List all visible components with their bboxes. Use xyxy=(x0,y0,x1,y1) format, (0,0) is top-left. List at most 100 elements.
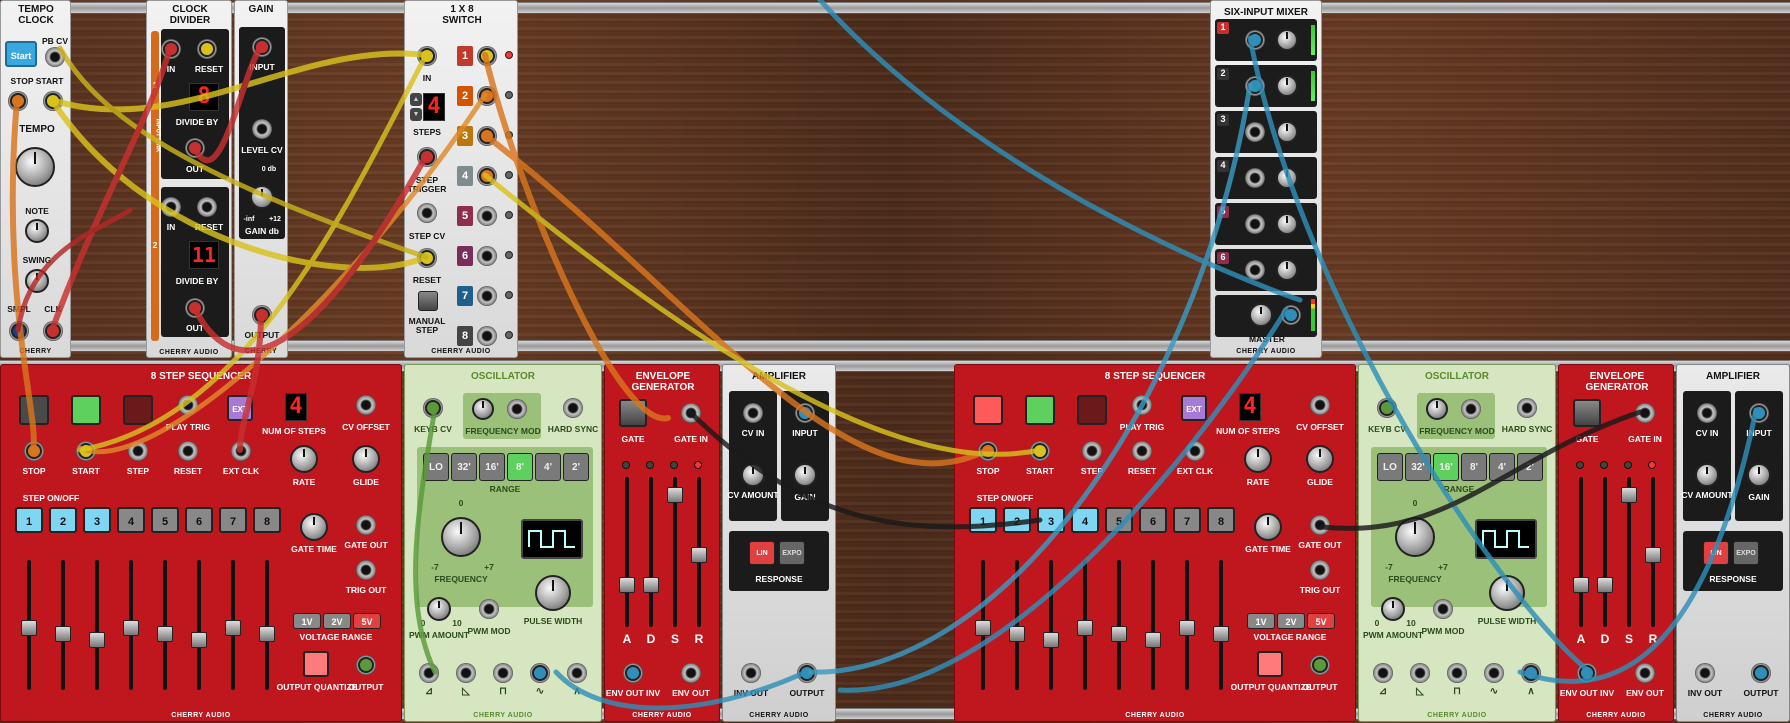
env2-gate-in-jack[interactable] xyxy=(1635,403,1655,423)
osc1-range-1-button[interactable]: 32' xyxy=(451,453,477,481)
div1-out-plug[interactable] xyxy=(187,140,203,156)
seq1-step-jack[interactable] xyxy=(128,441,148,461)
osc2-square-out-jack[interactable] xyxy=(1447,663,1467,683)
amp1-gain-knob[interactable] xyxy=(793,463,817,487)
osc2-hard-sync-jack[interactable] xyxy=(1517,398,1537,418)
seq2-step-3-slider[interactable] xyxy=(1043,560,1059,690)
amp1-cv-amount-knob[interactable] xyxy=(741,463,765,487)
switch-in-plug[interactable] xyxy=(419,48,435,64)
seq1-step-4-slider[interactable] xyxy=(123,560,139,690)
seq1-step-5-slider[interactable] xyxy=(157,560,173,690)
seq1-range-5V-button[interactable]: 5V xyxy=(353,613,381,629)
clk-plug[interactable] xyxy=(45,323,61,339)
seq2-step-7-slider[interactable] xyxy=(1179,560,1195,690)
env2-env-out-jack[interactable] xyxy=(1635,663,1655,683)
switch-reset-plug[interactable] xyxy=(419,250,435,266)
seq2-step-8-slider[interactable] xyxy=(1213,560,1229,690)
seq2-reset-jack[interactable] xyxy=(1132,441,1152,461)
seq2-output-plug[interactable] xyxy=(1312,657,1328,673)
seq2-step-2-slider-cap[interactable] xyxy=(1009,626,1025,642)
seq2-start-button[interactable] xyxy=(1025,395,1055,425)
osc2-range-2-button[interactable]: 16' xyxy=(1433,453,1459,481)
seq1-glide-knob[interactable] xyxy=(352,445,380,473)
step-cv-jack[interactable] xyxy=(417,203,437,223)
seq1-gate-time-knob[interactable] xyxy=(300,513,328,541)
mixer-channel-4-input-jack[interactable] xyxy=(1245,168,1265,188)
div2-out-plug[interactable] xyxy=(187,300,203,316)
switch-output-5-jack[interactable] xyxy=(477,206,497,226)
env1-A-slider[interactable] xyxy=(619,477,635,627)
seq1-output-quantize-button[interactable] xyxy=(303,651,329,677)
env2-D-slider[interactable] xyxy=(1597,477,1613,627)
env1-A-slider-cap[interactable] xyxy=(619,577,635,593)
seq2-step-4-button[interactable]: 4 xyxy=(1071,507,1099,533)
mixer-channel-2-input-plug[interactable] xyxy=(1247,78,1263,94)
start-button[interactable]: Start xyxy=(5,41,37,67)
seq2-step-6-slider-cap[interactable] xyxy=(1145,632,1161,648)
amp1-expo-button[interactable]: EXPO xyxy=(779,541,805,565)
env2-S-slider-cap[interactable] xyxy=(1621,487,1637,503)
amp2-lin-button[interactable]: LIN xyxy=(1703,541,1729,565)
seq2-step-3-slider-cap[interactable] xyxy=(1043,632,1059,648)
mixer-channel-6-input-jack[interactable] xyxy=(1245,260,1265,280)
osc2-pwm-mod-jack[interactable] xyxy=(1433,599,1453,619)
osc2-range-0-button[interactable]: LO xyxy=(1377,453,1403,481)
amp1-lin-button[interactable]: LIN xyxy=(749,541,775,565)
osc1-range-5-button[interactable]: 2' xyxy=(563,453,589,481)
switch-output-7-jack[interactable] xyxy=(477,286,497,306)
seq2-start-plug[interactable] xyxy=(1032,443,1048,459)
seq2-step-4-slider-cap[interactable] xyxy=(1077,620,1093,636)
osc1-ramp-out-jack[interactable] xyxy=(456,663,476,683)
env2-R-slider[interactable] xyxy=(1645,477,1661,627)
mixer-channel-6-level-knob[interactable] xyxy=(1276,259,1298,281)
osc2-saw-out-jack[interactable] xyxy=(1373,663,1393,683)
level-cv-jack[interactable] xyxy=(252,119,272,139)
stop-plug[interactable] xyxy=(10,93,26,109)
seq2-step-5-slider[interactable] xyxy=(1111,560,1127,690)
seq1-step-3-slider-cap[interactable] xyxy=(89,632,105,648)
seq1-step-4-button[interactable]: 4 xyxy=(117,507,145,533)
osc2-keyb-cv-plug[interactable] xyxy=(1379,400,1395,416)
osc1-range-2-button[interactable]: 16' xyxy=(479,453,505,481)
seq2-step-jack[interactable] xyxy=(1082,441,1102,461)
seq2-range-5V-button[interactable]: 5V xyxy=(1307,613,1335,629)
osc2-triangle-out-plug[interactable] xyxy=(1523,665,1539,681)
seq2-stop-plug[interactable] xyxy=(980,443,996,459)
seq1-step-2-button[interactable]: 2 xyxy=(49,507,77,533)
seq1-step-4-slider-cap[interactable] xyxy=(123,620,139,636)
seq1-rate-knob[interactable] xyxy=(290,445,318,473)
seq2-glide-knob[interactable] xyxy=(1306,445,1334,473)
mixer-channel-1-level-knob[interactable] xyxy=(1276,29,1298,51)
osc1-pwm-mod-jack[interactable] xyxy=(479,599,499,619)
amp2-cv-amount-knob[interactable] xyxy=(1695,463,1719,487)
env1-S-slider-cap[interactable] xyxy=(667,487,683,503)
seq1-stop-button[interactable] xyxy=(19,395,49,425)
master-knob[interactable] xyxy=(1249,303,1273,327)
seq1-step-5-slider-cap[interactable] xyxy=(157,626,173,642)
seq1-start-button[interactable] xyxy=(71,395,101,425)
env1-D-slider-cap[interactable] xyxy=(643,577,659,593)
env1-gate-button[interactable] xyxy=(619,399,647,427)
tempo-knob[interactable] xyxy=(15,147,55,187)
seq2-step-2-button[interactable]: 2 xyxy=(1003,507,1031,533)
env2-A-slider[interactable] xyxy=(1573,477,1589,627)
osc2-ramp-out-jack[interactable] xyxy=(1410,663,1430,683)
env2-R-slider-cap[interactable] xyxy=(1645,547,1661,563)
osc1-range-0-button[interactable]: LO xyxy=(423,453,449,481)
switch-output-2-plug[interactable] xyxy=(479,88,495,104)
mixer-channel-5-level-knob[interactable] xyxy=(1276,213,1298,235)
amp2-cv-in-jack[interactable] xyxy=(1697,403,1717,423)
osc2-sine-out-jack[interactable] xyxy=(1484,663,1504,683)
osc1-freq-mod-jack[interactable] xyxy=(507,399,527,419)
seq2-range-1V-button[interactable]: 1V xyxy=(1247,613,1275,629)
osc1-range-4-button[interactable]: 4' xyxy=(535,453,561,481)
env1-S-slider[interactable] xyxy=(667,477,683,627)
osc2-range-4-button[interactable]: 4' xyxy=(1489,453,1515,481)
seq1-step-7-slider-cap[interactable] xyxy=(225,620,241,636)
steps-up-button[interactable]: ▲ xyxy=(410,93,422,106)
div2-in-jack[interactable] xyxy=(161,197,181,217)
seq1-step-1-button[interactable]: 1 xyxy=(15,507,43,533)
seq1-step-3-slider[interactable] xyxy=(89,560,105,690)
amp1-output-plug[interactable] xyxy=(799,665,815,681)
seq1-output-plug[interactable] xyxy=(358,657,374,673)
